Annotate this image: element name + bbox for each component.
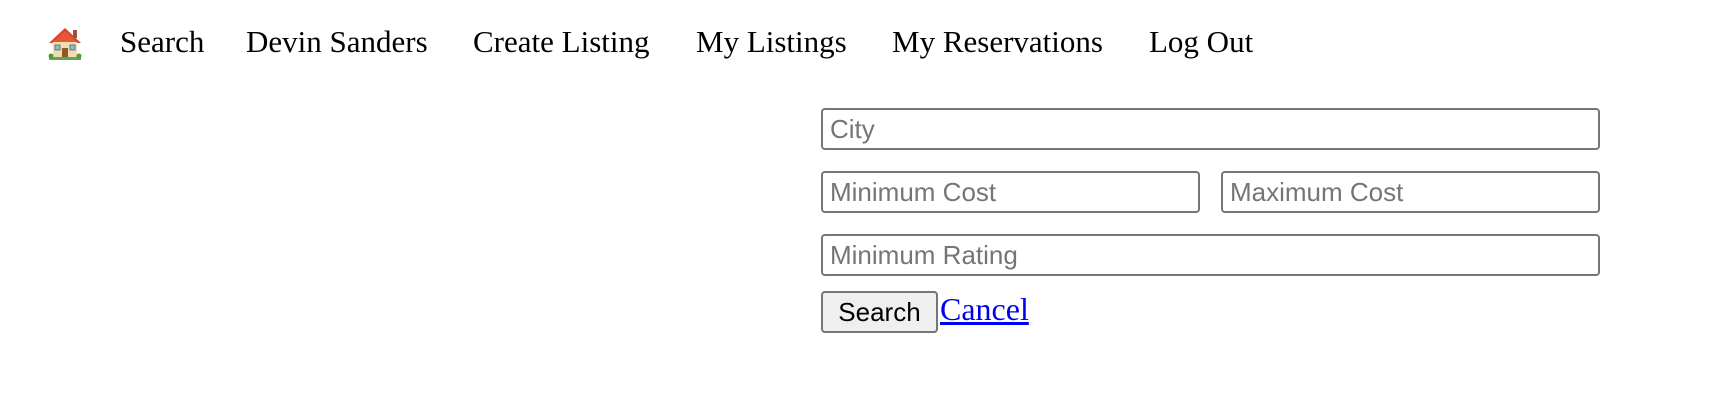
cancel-link[interactable]: Cancel bbox=[940, 289, 1029, 329]
nav-my-reservations[interactable]: My Reservations bbox=[892, 22, 1103, 62]
minimum-rating-input[interactable] bbox=[821, 234, 1600, 276]
nav-user-name[interactable]: Devin Sanders bbox=[246, 22, 428, 62]
house-icon[interactable] bbox=[48, 26, 82, 60]
top-nav: Search Devin Sanders Create Listing My L… bbox=[0, 0, 1714, 86]
city-input[interactable] bbox=[821, 108, 1600, 150]
search-button[interactable]: Search bbox=[821, 291, 938, 333]
nav-search[interactable]: Search bbox=[120, 22, 204, 62]
nav-my-listings[interactable]: My Listings bbox=[696, 22, 847, 62]
maximum-cost-input[interactable] bbox=[1221, 171, 1600, 213]
nav-create-listing[interactable]: Create Listing bbox=[473, 22, 649, 62]
nav-log-out[interactable]: Log Out bbox=[1149, 22, 1253, 62]
house-icon-graphic bbox=[48, 28, 82, 60]
minimum-cost-input[interactable] bbox=[821, 171, 1200, 213]
